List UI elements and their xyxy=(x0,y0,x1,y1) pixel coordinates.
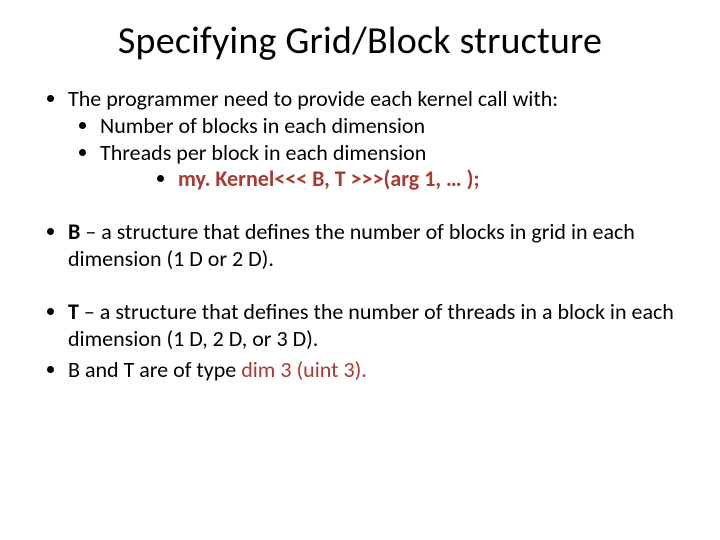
bullet-list-3: T – a structure that defines the number … xyxy=(36,299,684,383)
bullet-type-pre: B and T are of type xyxy=(68,356,241,383)
slide-title: Specifying Grid/Block structure xyxy=(36,18,684,64)
bullet-kernel-call: my. Kernel<<< B, T >>>(arg 1, … ); xyxy=(178,166,684,193)
bullet-blocks-per-dim: Number of blocks in each dimension xyxy=(100,113,684,140)
bullet-intro-text: The programmer need to provide each kern… xyxy=(68,85,558,112)
bullet-t-term: T xyxy=(68,298,79,325)
bullet-threads-per-block: Threads per block in each dimension xyxy=(100,140,684,167)
bullet-t-rest: – a structure that defines the number of… xyxy=(68,298,674,352)
kernel-call-code: my. Kernel<<< B, T >>>(arg 1, … ); xyxy=(178,165,480,192)
spacer xyxy=(36,197,684,219)
bullet-list: The programmer need to provide each kern… xyxy=(36,86,684,193)
bullet-b-term: B xyxy=(68,218,80,245)
bullet-type-red: dim 3 (uint 3). xyxy=(241,356,367,383)
bullet-b-rest: – a structure that defines the number of… xyxy=(68,218,635,272)
bullet-code-list: my. Kernel<<< B, T >>>(arg 1, … ); xyxy=(68,166,684,193)
bullet-intro: The programmer need to provide each kern… xyxy=(68,86,684,193)
bullet-list-2: B – a structure that defines the number … xyxy=(36,219,684,273)
slide: Specifying Grid/Block structure The prog… xyxy=(0,0,720,540)
bullet-type-def: B and T are of type dim 3 (uint 3). xyxy=(68,357,684,384)
bullet-t-def: T – a structure that defines the number … xyxy=(68,299,684,353)
bullet-b-def: B – a structure that defines the number … xyxy=(68,219,684,273)
bullet-sublist: Number of blocks in each dimension Threa… xyxy=(68,113,684,167)
spacer-2 xyxy=(36,277,684,299)
